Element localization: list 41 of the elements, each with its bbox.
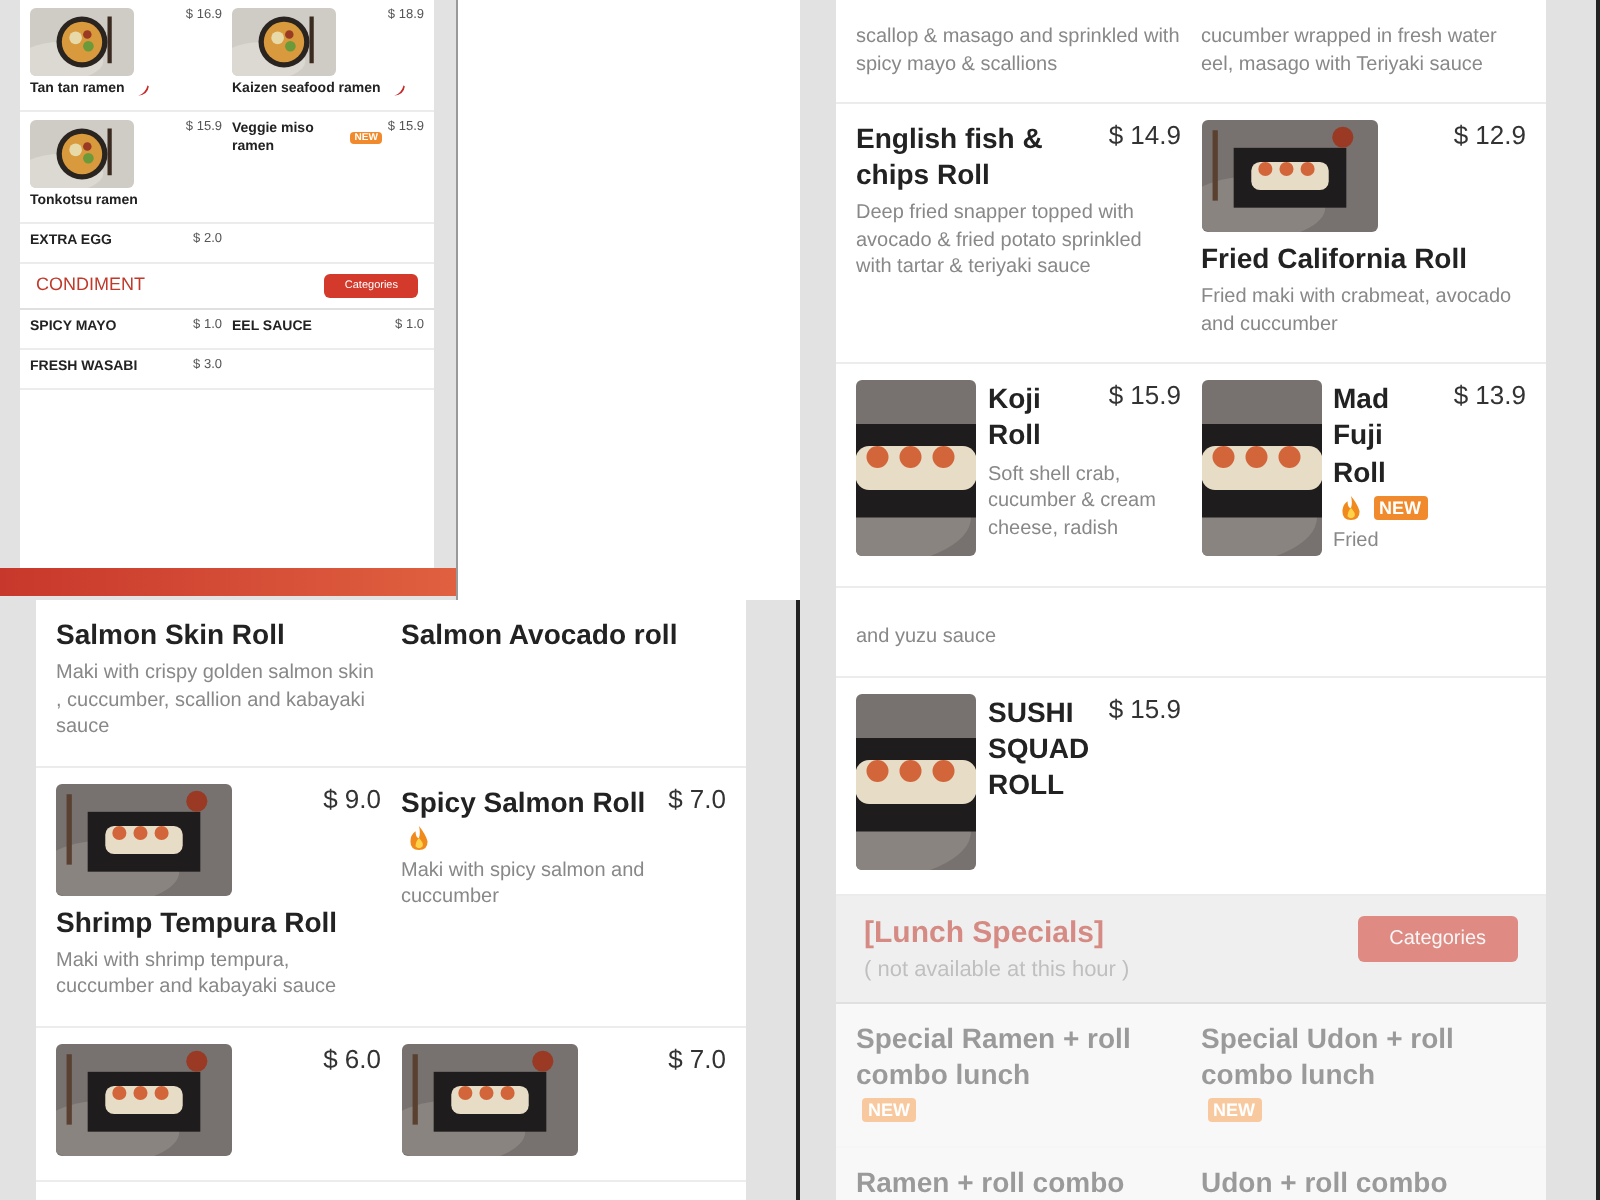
- item-description: Fried maki with crabmeat, avocado and cuccumber: [1201, 284, 1514, 339]
- chili-pepper-icon: [136, 81, 151, 98]
- item-description: cucumber wrapped in fresh water eel, masago with Teriyaki sauce: [1201, 24, 1499, 78]
- item-name: English fish & chips Roll: [856, 120, 1045, 193]
- section-title: CONDIMENT: [36, 274, 145, 295]
- item-name: Udon + roll combo: [1201, 1163, 1448, 1200]
- item-price: $ 7.0: [668, 783, 726, 818]
- item-price: $ 6.0: [323, 1043, 381, 1078]
- item-name: SUSHI SQUAD ROLL: [988, 693, 1092, 803]
- new-badge: NEW: [1207, 1097, 1261, 1122]
- item-price: $ 15.9: [1108, 380, 1181, 415]
- item-name: Mad Fuji Roll: [1333, 380, 1391, 490]
- item-description: scallop & masago and sprinkled with spicy mayo & scallions: [856, 24, 1181, 78]
- item-price: $ 9.0: [323, 783, 381, 818]
- section-title: [Lunch Specials]: [864, 915, 1107, 949]
- item-description: and yuzu sauce: [856, 624, 999, 651]
- item-name: Ramen + roll combo: [856, 1163, 1125, 1200]
- item-description: Deep fried snapper topped with avocado & fried potato sprinkled with tartar & teriyaki sauce: [856, 200, 1144, 282]
- new-badge: NEW: [862, 1097, 916, 1122]
- item-price: $ 7.0: [668, 1043, 726, 1078]
- item-price: $ 15.9: [1108, 693, 1181, 727]
- item-name: Salmon Avocado roll: [401, 616, 678, 653]
- item-name: Spicy Salmon Roll: [401, 783, 646, 820]
- item-description: Maki with spicy salmon and cuccumber: [401, 857, 647, 912]
- item-name: Special Udon + roll combo lunch: [1201, 1019, 1456, 1092]
- item-name: Special Ramen + roll combo lunch: [856, 1019, 1133, 1092]
- item-price: $ 14.9: [1108, 120, 1181, 154]
- flame-icon: [1339, 495, 1361, 520]
- item-name: Salmon Skin Roll: [56, 616, 285, 653]
- chili-pepper-icon: [392, 81, 407, 98]
- item-description: Maki with crispy golden salmon skin , cuccumber, scallion and kabayaki sauce: [56, 660, 376, 742]
- item-description: Maki with shrimp tempura, cuccumber and kabayaki sauce: [56, 947, 339, 1002]
- item-price: $ 13.9: [1453, 380, 1526, 415]
- flame-icon: [407, 825, 429, 850]
- new-badge: NEW: [1373, 495, 1427, 520]
- item-name: Shrimp Tempura Roll: [56, 903, 338, 940]
- item-price: $ 12.9: [1453, 120, 1526, 154]
- item-description: Soft shell crab, cucumber & cream cheese, radish: [988, 461, 1158, 543]
- item-name: Fried California Roll: [1201, 240, 1468, 277]
- item-name: Koji Roll: [988, 380, 1043, 454]
- item-description: Fried: [1333, 527, 1381, 555]
